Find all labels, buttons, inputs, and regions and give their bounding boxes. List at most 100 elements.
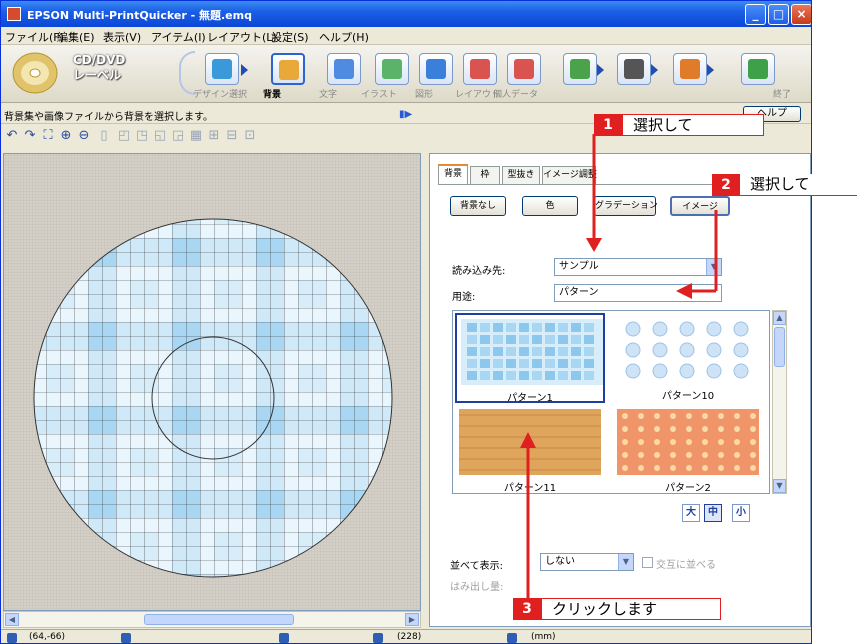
menu-edit[interactable]: 編集(E) <box>57 29 95 45</box>
app-window: EPSON Multi-PrintQuicker - 無題.emq _ □ × … <box>0 0 812 644</box>
menu-file[interactable]: ファイル(F) <box>5 29 64 45</box>
scroll-up-icon[interactable]: ▲ <box>773 311 786 325</box>
chevron-down-icon[interactable]: ▼ <box>618 554 633 570</box>
merge-icon <box>570 59 590 79</box>
media-line1: CD/DVD <box>73 53 126 67</box>
layer-icon <box>279 633 289 643</box>
object-icon <box>121 633 131 643</box>
wizard-step-label: 文字 <box>319 90 338 100</box>
size-small-button[interactable]: 小 <box>732 504 750 522</box>
redo-icon[interactable]: ↷ <box>23 129 37 143</box>
menu-view[interactable]: 表示(V) <box>103 29 141 45</box>
lock-icon[interactable]: ⊡ <box>243 129 257 143</box>
callout-2-number: 2 <box>712 174 740 196</box>
source-select[interactable]: サンプル ▼ <box>554 258 722 276</box>
pattern11-image <box>459 409 601 475</box>
undo-icon[interactable]: ↶ <box>5 129 19 143</box>
gradation-button[interactable]: グラデーション <box>594 196 658 216</box>
menu-help[interactable]: ヘルプ(H) <box>319 29 369 45</box>
thumbnail-pattern10[interactable]: パターン10 <box>613 313 763 403</box>
color-button[interactable]: 色 <box>522 196 578 216</box>
step-arrow-icon <box>707 64 714 76</box>
wizard-step-11-button[interactable] <box>741 53 775 85</box>
design-canvas[interactable] <box>3 153 421 611</box>
distribute-icon[interactable]: ⊟ <box>225 129 239 143</box>
horizontal-scrollbar[interactable]: ◀ ▶ <box>3 611 421 628</box>
fit-page-icon[interactable]: ⛶ <box>41 129 55 143</box>
zoom-in-icon[interactable]: ⊕ <box>59 129 73 143</box>
menu-layout[interactable]: レイアウト(L) <box>207 29 277 45</box>
alternate-checkbox[interactable] <box>642 557 653 568</box>
scroll-thumb[interactable] <box>144 614 294 625</box>
wizard-step-4-button[interactable] <box>375 53 409 85</box>
window-title: EPSON Multi-PrintQuicker - 無題.emq <box>27 9 252 22</box>
tab-cutout[interactable]: 型抜き <box>502 166 540 184</box>
image-button[interactable]: イメージ <box>670 196 730 216</box>
delete-icon[interactable]: ▯ <box>97 129 111 143</box>
align-icon[interactable]: ⊞ <box>207 129 221 143</box>
thumbnail-scrollbar[interactable]: ▲ ▼ <box>772 310 787 494</box>
menu-settings[interactable]: 設定(S) <box>271 29 309 45</box>
wizard-step-7-button[interactable] <box>507 53 541 85</box>
thumbnail-caption: パターン11 <box>503 483 557 494</box>
collapse-toggle-icon[interactable]: ▮▶ <box>399 109 412 120</box>
thumbnail-pattern1[interactable]: パターン1 <box>455 313 605 404</box>
wizard-step-3-button[interactable] <box>327 53 361 85</box>
tab-frame[interactable]: 枠 <box>470 166 500 184</box>
size-medium-button[interactable]: 中 <box>704 504 722 522</box>
tile-select[interactable]: しない ▼ <box>540 553 634 571</box>
scroll-right-icon[interactable]: ▶ <box>405 613 419 626</box>
minimize-button[interactable]: _ <box>745 4 766 25</box>
wizard-step-10-button[interactable] <box>673 53 707 85</box>
send-back-icon[interactable]: ◳ <box>135 129 149 143</box>
wizard-step-9-button[interactable] <box>617 53 651 85</box>
menu-bar: ファイル(F) 編集(E) 表示(V) アイテム(I) レイアウト(L) 設定(… <box>1 27 811 45</box>
pattern10-image <box>617 317 759 383</box>
tile-value: しない <box>545 556 575 567</box>
thumbnail-caption: パターン1 <box>507 393 553 404</box>
group-icon[interactable]: ▦ <box>189 129 203 143</box>
cd-dvd-icon <box>12 52 58 94</box>
usage-label: 用途: <box>452 292 476 303</box>
bring-front-icon[interactable]: ◰ <box>117 129 131 143</box>
thumbnail-pattern2[interactable]: パターン2 <box>613 405 763 493</box>
backward-icon[interactable]: ◲ <box>171 129 185 143</box>
scroll-down-icon[interactable]: ▼ <box>773 479 786 493</box>
close-button[interactable]: × <box>791 4 811 25</box>
chevron-down-icon[interactable]: ▼ <box>706 259 721 275</box>
shape-icon <box>426 59 446 79</box>
wizard-step-1-button[interactable] <box>205 53 239 85</box>
source-value: サンプル <box>559 261 599 272</box>
size-large-button[interactable]: 大 <box>682 504 700 522</box>
tile-label: 並べて表示: <box>450 561 503 572</box>
wizard-step-8-button[interactable] <box>563 53 597 85</box>
scroll-thumb[interactable] <box>774 327 785 367</box>
tab-background[interactable]: 背景 <box>438 164 468 185</box>
tab-image-adjust[interactable]: イメージ調整 <box>542 166 597 184</box>
usage-value: パターン <box>559 287 599 298</box>
wizard-step-label: 個人データ <box>493 90 539 100</box>
wizard-step-6-button[interactable] <box>463 53 497 85</box>
media-label[interactable]: CD/DVD レーベル <box>73 53 125 83</box>
save-icon <box>680 59 700 79</box>
wizard-step-label: イラスト <box>361 90 397 100</box>
background-icon <box>279 60 299 80</box>
wizard-step-5-button[interactable] <box>419 53 453 85</box>
exit-icon <box>748 59 768 79</box>
maximize-button[interactable]: □ <box>768 4 789 25</box>
menu-item[interactable]: アイテム(I) <box>151 29 206 45</box>
coords-readout: (64,-66) <box>29 632 66 642</box>
title-bar[interactable]: EPSON Multi-PrintQuicker - 無題.emq _ □ × <box>1 1 811 27</box>
source-label: 読み込み先: <box>452 266 506 277</box>
forward-icon[interactable]: ◱ <box>153 129 167 143</box>
wizard-step-2-button[interactable] <box>271 53 305 85</box>
thumbnail-pattern11[interactable]: パターン11 <box>455 405 605 494</box>
scroll-left-icon[interactable]: ◀ <box>5 613 19 626</box>
no-background-button[interactable]: 背景なし <box>450 196 506 216</box>
callout-3-number: 3 <box>513 598 541 620</box>
thumbnail-list[interactable]: パターン1 パターン10 パターン11 パターン2 <box>452 310 770 494</box>
rotate-icon <box>373 633 383 643</box>
usage-select[interactable]: パターン <box>554 284 722 302</box>
wizard-step-label: 背景 <box>263 90 282 100</box>
zoom-out-icon[interactable]: ⊖ <box>77 129 91 143</box>
